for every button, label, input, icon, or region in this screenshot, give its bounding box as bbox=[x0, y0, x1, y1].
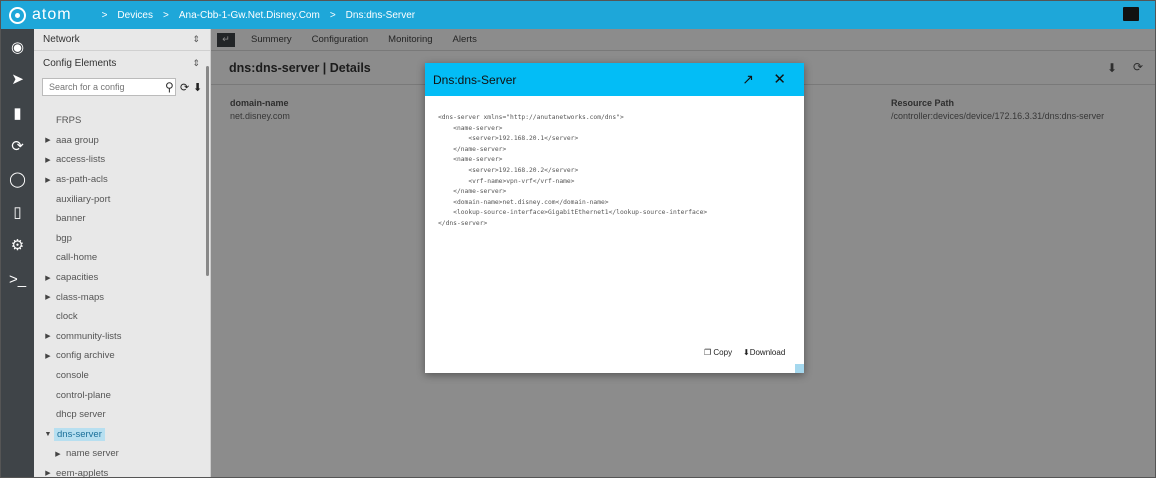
caret-right-icon[interactable]: ▶ bbox=[42, 136, 54, 144]
search-input[interactable] bbox=[42, 78, 176, 96]
tree-item[interactable]: ▶ aaa group bbox=[34, 131, 206, 151]
tree-item-label: capacities bbox=[56, 272, 99, 284]
app-window: atom > Devices > Ana-Cbb-1-Gw.Net.Disney… bbox=[0, 0, 1156, 478]
download-icon: ⬇ bbox=[743, 348, 750, 357]
caret-down-icon[interactable]: ▼ bbox=[42, 431, 54, 438]
tree-item[interactable]: ▶ capacities bbox=[34, 268, 206, 288]
caret-right-icon[interactable]: ▶ bbox=[52, 450, 64, 458]
tree-item[interactable]: console bbox=[34, 366, 206, 386]
shield-icon[interactable]: ◯ bbox=[1, 163, 34, 195]
icon-rail: ◉ ➤ ▮ ⟳ ◯ ▯ ⚙ >_ bbox=[1, 29, 34, 477]
tree-item-label: console bbox=[56, 370, 89, 382]
tree-item[interactable]: ▶ eem-applets bbox=[34, 464, 206, 478]
breadcrumb-current: Dns:dns-Server bbox=[345, 9, 416, 21]
tree-item[interactable]: FRPS bbox=[34, 111, 206, 131]
top-bar: atom > Devices > Ana-Cbb-1-Gw.Net.Disney… bbox=[1, 1, 1155, 29]
tree-item-label: call-home bbox=[56, 252, 98, 264]
config-elements-selector[interactable]: Config Elements ⇕ bbox=[34, 51, 210, 75]
tree-item[interactable]: ▶ as-path-acls bbox=[34, 170, 206, 190]
modal-header: Dns:dns-Server ↗ ✕ bbox=[425, 63, 804, 96]
tree-item-label: aaa group bbox=[56, 134, 99, 146]
caret-right-icon[interactable]: ▶ bbox=[42, 332, 54, 340]
tree-item[interactable]: ▶ class-maps bbox=[34, 287, 206, 307]
gear-icon[interactable]: ⚙ bbox=[1, 229, 34, 261]
tree-item[interactable]: ▶ community-lists bbox=[34, 327, 206, 347]
network-selector[interactable]: Network ⇕ bbox=[34, 29, 210, 51]
tree-item-label: as-path-acls bbox=[56, 174, 108, 186]
tree-item-label: dhcp server bbox=[56, 409, 106, 421]
tree-item-label: clock bbox=[56, 311, 78, 323]
rocket-icon[interactable]: ➤ bbox=[1, 63, 34, 95]
download-button[interactable]: ⬇Download bbox=[743, 348, 785, 357]
copy-button[interactable]: ❐ Copy bbox=[704, 348, 732, 357]
config-sidebar: Network ⇕ Config Elements ⇕ ⚲ ⟳ ⬇ FRPS▶a… bbox=[34, 29, 211, 478]
expand-icon[interactable]: ↗ bbox=[742, 71, 754, 88]
atom-logo[interactable]: atom bbox=[9, 6, 72, 24]
dashboard-icon[interactable]: ◉ bbox=[1, 31, 34, 63]
chevron-right-icon: > bbox=[329, 9, 336, 21]
copy-label: Copy bbox=[713, 348, 733, 357]
logo-text: atom bbox=[32, 6, 72, 23]
chevron-updown-icon: ⇕ bbox=[192, 57, 200, 68]
chevron-right-icon: > bbox=[101, 9, 108, 21]
caret-right-icon[interactable]: ▶ bbox=[42, 469, 54, 477]
breadcrumb-devices[interactable]: Devices bbox=[117, 10, 153, 21]
sidebar-scrollbar[interactable] bbox=[206, 66, 209, 276]
search-row: ⚲ ⟳ ⬇ bbox=[34, 75, 210, 99]
tree-item[interactable]: ▶ access-lists bbox=[34, 150, 206, 170]
caret-right-icon[interactable]: ▶ bbox=[42, 156, 54, 164]
refresh-icon[interactable]: ⟳ bbox=[180, 81, 189, 94]
breadcrumb: > Devices > Ana-Cbb-1-Gw.Net.Disney.Com … bbox=[92, 10, 416, 21]
chevron-updown-icon: ⇕ bbox=[192, 34, 200, 44]
chevron-right-icon: > bbox=[163, 9, 169, 21]
tree-item[interactable]: ▶ config archive bbox=[34, 346, 206, 366]
tree-item-label: FRPS bbox=[56, 115, 82, 127]
network-label: Network bbox=[43, 34, 80, 45]
copy-icon: ❐ bbox=[704, 348, 712, 357]
caret-right-icon[interactable]: ▶ bbox=[42, 352, 54, 360]
tree-item[interactable]: dhcp server bbox=[34, 405, 206, 425]
breadcrumb-device[interactable]: Ana-Cbb-1-Gw.Net.Disney.Com bbox=[179, 10, 320, 21]
download-icon[interactable]: ⬇ bbox=[193, 81, 202, 94]
tree-item-label: auxiliary-port bbox=[56, 193, 111, 205]
tree-item-label: name server bbox=[66, 448, 119, 460]
tree-item[interactable]: control-plane bbox=[34, 385, 206, 405]
workflow-icon[interactable]: ⟳ bbox=[1, 130, 34, 162]
close-icon[interactable]: ✕ bbox=[773, 70, 786, 88]
tree-item[interactable]: ▼ dns-server bbox=[34, 425, 206, 445]
tree-item-label: banner bbox=[56, 213, 86, 225]
tree-item-label: eem-applets bbox=[56, 467, 109, 478]
dns-server-modal: Dns:dns-Server ↗ ✕ <dns-server xmlns="ht… bbox=[425, 63, 804, 373]
download-label: Download bbox=[749, 348, 786, 357]
tree-item-label: control-plane bbox=[56, 389, 111, 401]
caret-right-icon[interactable]: ▶ bbox=[42, 176, 54, 184]
atom-logo-icon bbox=[9, 6, 26, 24]
tree-item-label: class-maps bbox=[56, 291, 105, 303]
bar-chart-icon[interactable]: ▮ bbox=[1, 97, 34, 129]
modal-title: Dns:dns-Server bbox=[433, 72, 517, 87]
config-tree: FRPS ▶ aaa group ▶ access-lists ▶ as-path-acls… bbox=[34, 111, 206, 478]
search-icon[interactable]: ⚲ bbox=[165, 80, 174, 94]
tree-item[interactable]: clock bbox=[34, 307, 206, 327]
resize-handle[interactable] bbox=[795, 364, 804, 373]
tree-item-label: access-lists bbox=[56, 154, 106, 166]
document-icon[interactable]: ▯ bbox=[1, 196, 34, 228]
caret-right-icon[interactable]: ▶ bbox=[42, 293, 54, 301]
terminal-icon[interactable]: >_ bbox=[1, 263, 34, 295]
window-icon[interactable] bbox=[1123, 7, 1139, 21]
tree-item[interactable]: banner bbox=[34, 209, 206, 229]
caret-right-icon[interactable]: ▶ bbox=[42, 274, 54, 282]
config-code-block: <dns-server xmlns="http://anutanetworks.… bbox=[438, 114, 708, 227]
tree-item-label: config archive bbox=[56, 350, 115, 362]
tree-item-label: dns-server bbox=[54, 427, 105, 441]
config-elements-label: Config Elements bbox=[43, 57, 117, 69]
tree-item[interactable]: bgp bbox=[34, 229, 206, 249]
tree-item-label: bgp bbox=[56, 232, 72, 244]
tree-item[interactable]: ▶ name server bbox=[34, 444, 206, 464]
tree-item[interactable]: auxiliary-port bbox=[34, 189, 206, 209]
tree-item-label: community-lists bbox=[56, 330, 122, 342]
tree-item[interactable]: call-home bbox=[34, 248, 206, 268]
